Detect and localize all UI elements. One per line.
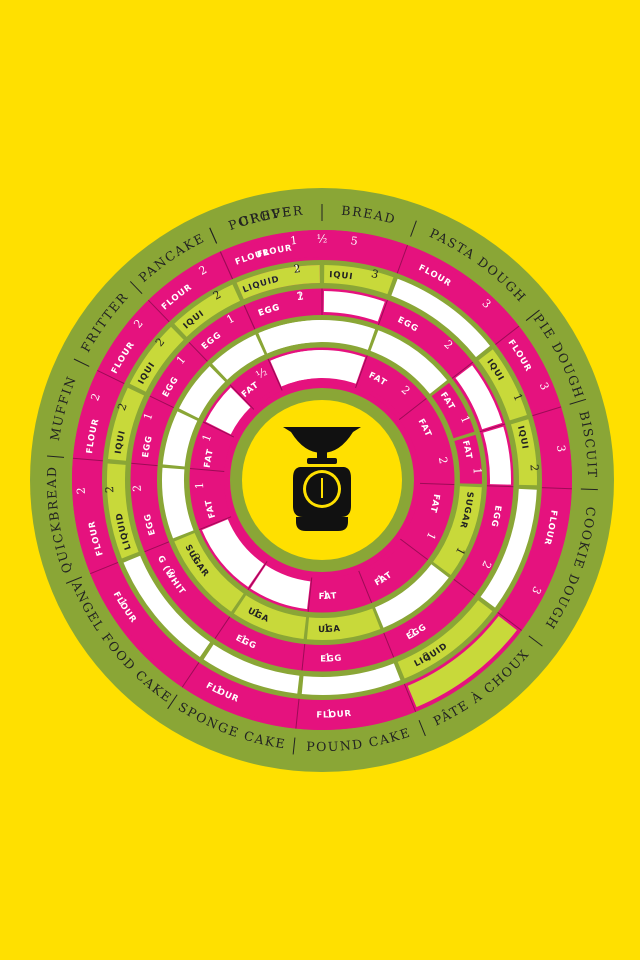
ingredient-quantity: 2 (75, 487, 88, 495)
ingredient-quantity: 2 (527, 464, 540, 472)
ingredient-quantity: 1 (193, 482, 206, 490)
recipe-separator (580, 488, 598, 491)
ingredient-quantity: ½ (317, 233, 328, 246)
ingredient-quantity: 1 (324, 651, 331, 664)
scale-neck-base (307, 458, 337, 464)
ingredient-quantity: 2 (131, 484, 144, 492)
ratio-wheel: CREPE BREADPASTA DOUGHPIE DOUGHBISCUITCOO… (0, 0, 640, 960)
ingredient-quantity: 1 (326, 707, 333, 720)
ingredient-quantity: 1 (471, 467, 484, 475)
ingredient-quantity: 1 (290, 234, 298, 248)
ingredient-quantity: 2 (103, 486, 116, 494)
scale-foot (296, 517, 348, 531)
ingredient-quantity: 1 (323, 622, 330, 635)
ingredient-quantity: 1 (322, 589, 329, 602)
